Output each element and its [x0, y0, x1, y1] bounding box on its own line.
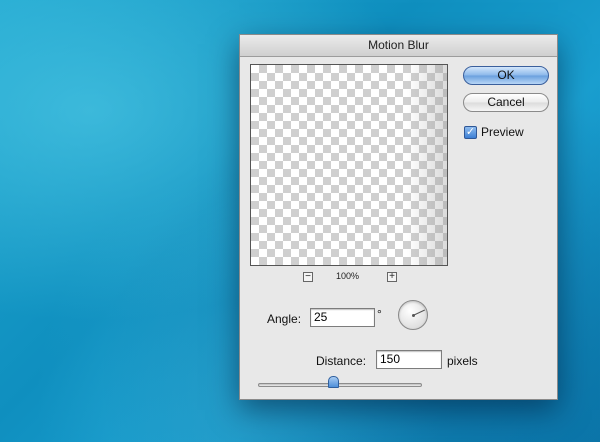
distance-slider-thumb[interactable]	[328, 376, 340, 388]
angle-label: Angle:	[267, 312, 302, 326]
dialog-title[interactable]: Motion Blur	[240, 35, 557, 57]
zoom-in-button[interactable]: +	[387, 272, 397, 282]
preview-checkbox-label: Preview	[481, 125, 524, 139]
ok-button[interactable]: OK	[463, 66, 549, 85]
zoom-out-button[interactable]: −	[303, 272, 313, 282]
angle-dial-icon[interactable]	[398, 300, 428, 330]
motion-blur-dialog: Motion Blur − 100% + OK Cancel ✓ Preview…	[239, 34, 558, 400]
distance-label: Distance:	[316, 354, 367, 368]
distance-slider-track[interactable]	[258, 383, 422, 387]
angle-input[interactable]: 25	[310, 308, 375, 327]
angle-unit: °	[377, 307, 382, 321]
cancel-button[interactable]: Cancel	[463, 93, 549, 112]
zoom-level: 100%	[336, 271, 360, 281]
distance-unit: pixels	[447, 354, 478, 368]
preview-area[interactable]	[250, 64, 448, 266]
checkmark-icon: ✓	[465, 126, 476, 138]
angle-dial-center	[412, 314, 415, 317]
distance-input[interactable]: 150	[376, 350, 442, 369]
preview-checkbox[interactable]: ✓	[464, 126, 477, 139]
